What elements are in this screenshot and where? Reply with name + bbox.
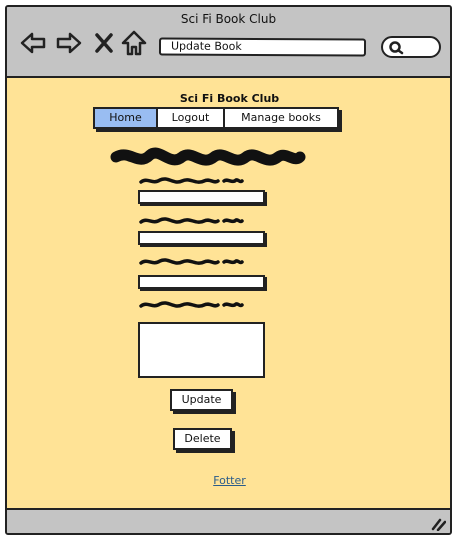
resize-handle-icon[interactable] (430, 515, 446, 531)
back-arrow-icon[interactable] (19, 29, 47, 57)
close-x-icon[interactable] (93, 29, 115, 57)
title-input[interactable] (138, 190, 265, 204)
nav-item-home[interactable]: Home (95, 109, 158, 127)
delete-button[interactable]: Delete (173, 428, 232, 450)
footer-link[interactable]: Fotter (0, 474, 459, 487)
search-box[interactable] (381, 36, 441, 58)
nav-item-manage-books[interactable]: Manage books (225, 109, 337, 127)
main-nav: Home Logout Manage books (93, 107, 339, 129)
label-placeholder-scribble (138, 215, 244, 227)
heading-placeholder-scribble (110, 145, 306, 171)
address-bar[interactable]: Update Book (158, 37, 367, 57)
search-icon (389, 41, 404, 55)
window-title: Sci Fi Book Club (180, 12, 277, 26)
home-icon[interactable] (120, 29, 148, 57)
nav-item-logout[interactable]: Logout (158, 109, 225, 127)
author-input[interactable] (138, 231, 265, 245)
forward-arrow-icon[interactable] (55, 29, 83, 57)
browser-statusbar (7, 508, 450, 533)
description-textarea[interactable] (138, 322, 265, 378)
browser-window: Sci Fi Book Club Update Book (5, 5, 452, 535)
browser-titlebar: Sci Fi Book Club Update Book (7, 7, 450, 78)
site-title: Sci Fi Book Club (179, 92, 280, 105)
label-placeholder-scribble (138, 256, 244, 268)
label-placeholder-scribble (138, 299, 244, 311)
year-input[interactable] (138, 275, 265, 289)
label-placeholder-scribble (138, 175, 244, 187)
update-button[interactable]: Update (170, 389, 233, 411)
